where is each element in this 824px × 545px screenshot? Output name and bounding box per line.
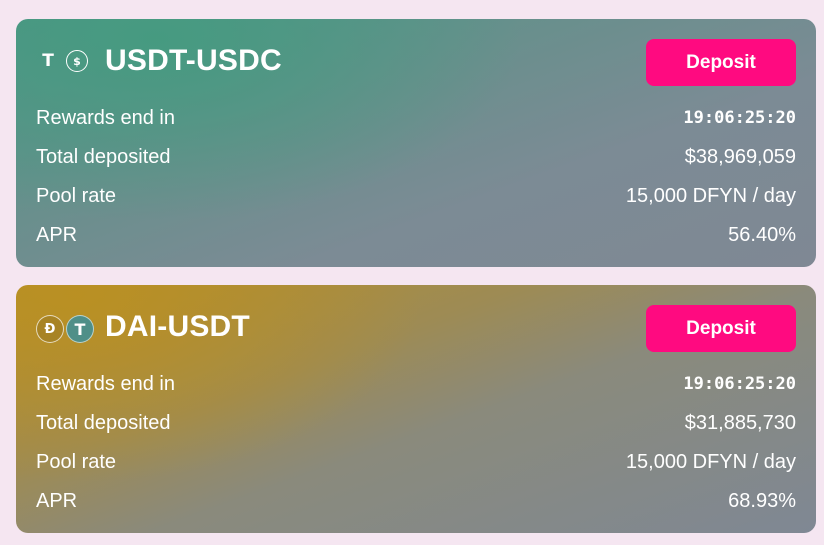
- pool-token-icons: Đ T: [36, 315, 94, 343]
- total-deposited-row: Total deposited $31,885,730: [36, 411, 796, 435]
- apr-label: APR: [36, 489, 78, 512]
- apr-value: 68.93%: [728, 489, 796, 512]
- rewards-end-label: Rewards end in: [36, 106, 175, 129]
- apr-row: APR 56.40%: [36, 223, 796, 247]
- pool-card-usdt-usdc: T $ USDT-USDC Deposit Rewards end in 19:…: [16, 19, 816, 267]
- total-deposited-label: Total deposited: [36, 411, 171, 434]
- usdc-icon: $: [66, 50, 88, 72]
- tether-icon: T: [42, 51, 54, 71]
- pool-title: USDT-USDC: [105, 44, 282, 77]
- apr-label: APR: [36, 223, 78, 246]
- apr-value: 56.40%: [728, 223, 796, 246]
- rewards-end-value: 19:06:25:20: [683, 108, 796, 128]
- total-deposited-row: Total deposited $38,969,059: [36, 145, 796, 169]
- pool-rate-row: Pool rate 15,000 DFYN / day: [36, 184, 796, 208]
- dai-icon: Đ: [36, 315, 64, 343]
- rewards-end-value: 19:06:25:20: [683, 374, 796, 394]
- rewards-end-row: Rewards end in 19:06:25:20: [36, 106, 796, 130]
- tether-icon: T: [66, 315, 94, 343]
- pool-rate-label: Pool rate: [36, 450, 117, 473]
- apr-row: APR 68.93%: [36, 489, 796, 513]
- total-deposited-value: $31,885,730: [684, 411, 796, 434]
- rewards-end-label: Rewards end in: [36, 372, 175, 395]
- rewards-end-row: Rewards end in 19:06:25:20: [36, 372, 796, 396]
- pool-rate-label: Pool rate: [36, 184, 117, 207]
- pool-card-dai-usdt: Đ T DAI-USDT Deposit Rewards end in 19:0…: [16, 285, 816, 533]
- deposit-button[interactable]: Deposit: [646, 305, 796, 352]
- pool-rate-value: 15,000 DFYN / day: [625, 450, 796, 473]
- pool-rate-row: Pool rate 15,000 DFYN / day: [36, 450, 796, 474]
- pool-token-icons: T $: [36, 49, 88, 73]
- deposit-button[interactable]: Deposit: [646, 39, 796, 86]
- pool-rate-value: 15,000 DFYN / day: [625, 184, 796, 207]
- pool-title: DAI-USDT: [105, 310, 250, 343]
- total-deposited-value: $38,969,059: [684, 145, 796, 168]
- total-deposited-label: Total deposited: [36, 145, 171, 168]
